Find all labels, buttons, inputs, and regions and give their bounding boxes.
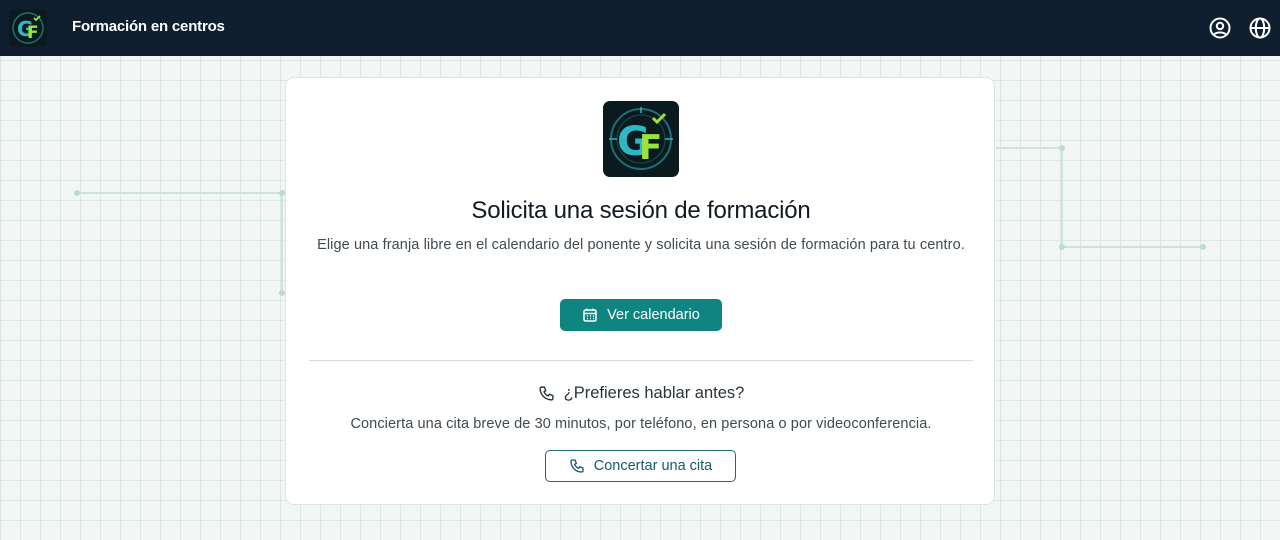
- page-title: Solicita una sesión de formación: [471, 197, 811, 224]
- top-navigation-bar: G F Formación en centros: [0, 0, 1280, 56]
- app-title: Formación en centros: [72, 18, 225, 35]
- appointment-description: Concierta una cita breve de 30 minutos, …: [350, 416, 932, 432]
- page-description: Elige una franja libre en el calendario …: [317, 237, 965, 253]
- schedule-appointment-button[interactable]: Concertar una cita: [545, 450, 736, 482]
- phone-icon: [569, 458, 585, 474]
- gf-logo-icon[interactable]: G F: [9, 9, 47, 47]
- schedule-appointment-label: Concertar una cita: [593, 458, 713, 474]
- view-calendar-button[interactable]: Ver calendario: [560, 299, 722, 331]
- training-request-card: G F Solicita una sesión de formación Eli…: [285, 77, 995, 505]
- globe-icon[interactable]: [1248, 16, 1272, 40]
- svg-text:F: F: [27, 23, 39, 43]
- svg-text:F: F: [639, 128, 662, 168]
- calendar-icon: [582, 307, 598, 323]
- gf-logo-icon: G F: [603, 101, 679, 177]
- phone-icon: [538, 385, 555, 402]
- user-circle-icon[interactable]: [1208, 16, 1232, 40]
- talk-first-question: ¿Prefieres hablar antes?: [563, 384, 745, 402]
- talk-first-heading: ¿Prefieres hablar antes?: [286, 384, 996, 403]
- view-calendar-label: Ver calendario: [607, 307, 700, 323]
- section-divider: [309, 360, 973, 361]
